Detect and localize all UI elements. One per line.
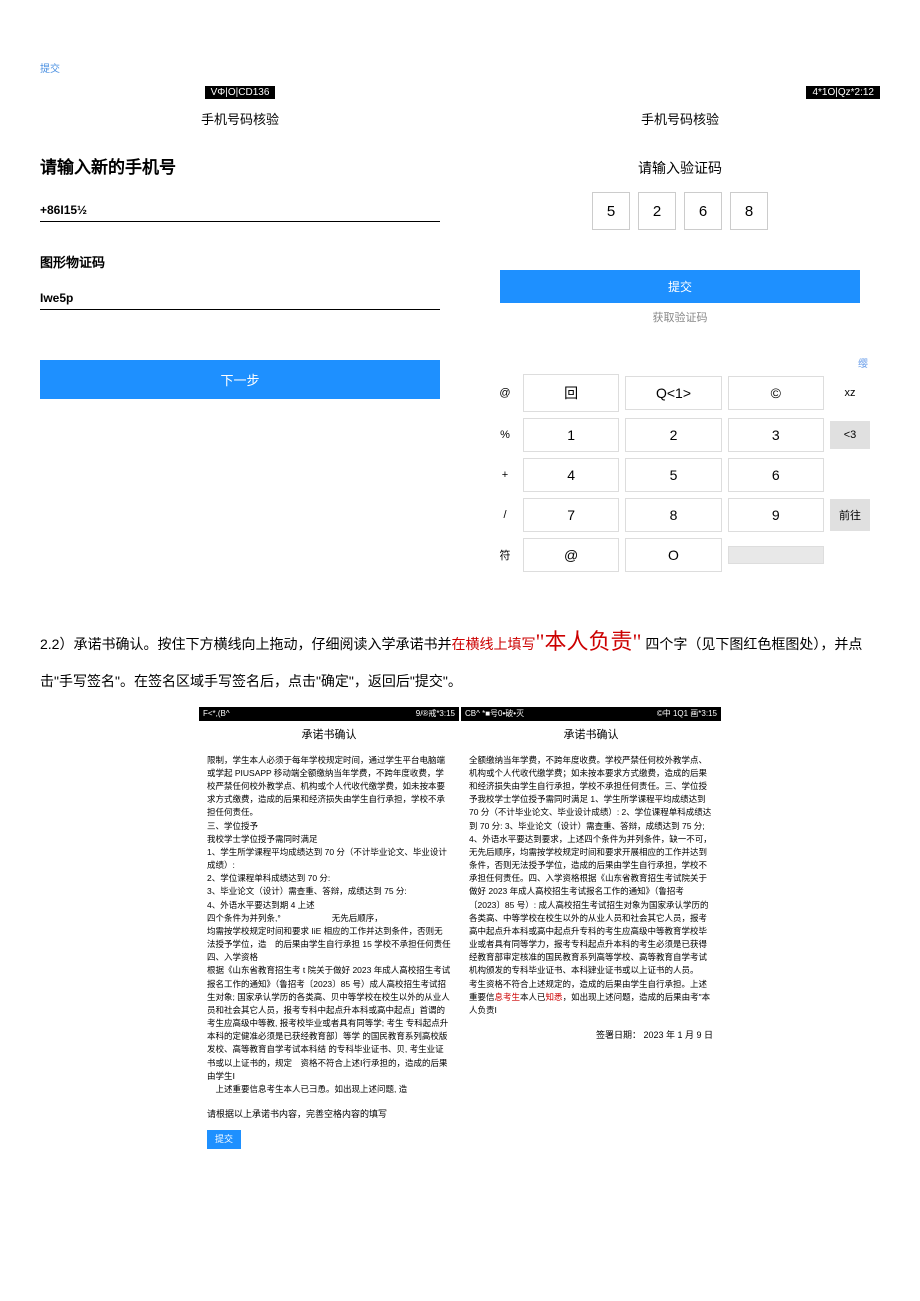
keypad: @ 回 Q<1> © xz % 1 2 3 <3 + 4 5 6 / <box>480 374 880 572</box>
keypad-sym-0[interactable]: @ <box>490 387 520 399</box>
left-status-bar: VΦ|O|CD136 <box>205 86 276 99</box>
keypad-key-blank[interactable] <box>728 546 824 564</box>
keypad-key-8[interactable]: 8 <box>625 498 721 532</box>
top-submit-label: 提交 <box>40 60 880 75</box>
keypad-action-0[interactable]: xz <box>830 379 870 407</box>
doc1-title: 承诺书确认 <box>199 721 459 750</box>
instruction-paragraph: 2.2）承诺书确认。按住下方横线向上拖动，仔细阅读入学承诺书并在横线上填写"本人… <box>40 618 880 697</box>
keypad-key-0[interactable]: O <box>625 538 721 572</box>
keypad-key-r0c0[interactable]: 回 <box>523 374 619 412</box>
next-button[interactable]: 下一步 <box>40 360 440 399</box>
doc1-body[interactable]: 限制，学生本人必须于每年学校规定时间，通过学生平台电脑端或学起 PIUSAPP … <box>199 750 459 1100</box>
keypad-key-9[interactable]: 9 <box>728 498 824 532</box>
keypad-key-r0c1[interactable]: Q<1> <box>625 376 721 410</box>
doc2-body[interactable]: 全额缴纳当年学费，不跨年度收费。学校严禁任何校外教学点、机构或个人代收代缴学费；… <box>461 750 721 1021</box>
keypad-hint: 缨 <box>480 355 880 370</box>
doc2-sign-date: 签署日期： 2023 年 1 月 9 日 <box>461 1021 721 1051</box>
keypad-sym-3[interactable]: / <box>490 509 520 521</box>
keypad-key-5[interactable]: 5 <box>625 458 721 492</box>
keypad-sym-1[interactable]: % <box>490 429 520 441</box>
doc1-status-right: 9/®戒*3:15 <box>416 708 455 720</box>
keypad-key-1[interactable]: 1 <box>523 418 619 452</box>
keypad-backspace[interactable]: <3 <box>830 421 870 449</box>
instruction-prefix: 2.2）承诺书确认。按住下方横线向上拖动，仔细阅读入学承诺书并 <box>40 636 451 652</box>
keypad-key-r0c2[interactable]: © <box>728 376 824 410</box>
code-digit-2[interactable]: 2 <box>638 192 676 230</box>
keypad-key-6[interactable]: 6 <box>728 458 824 492</box>
instruction-red: 在横线上填写 <box>451 636 535 652</box>
doc1-submit-button[interactable]: 提交 <box>207 1130 241 1150</box>
doc1-screen: F<*,(B^ 9/®戒*3:15 承诺书确认 限制，学生本人必须于每年学校规定… <box>199 707 459 1149</box>
doc2-status: CB^ *■号0•破•灭 ©中 1Q1 画*3:15 <box>461 707 721 721</box>
keypad-sym-4[interactable]: 符 <box>490 547 520 563</box>
get-code-link[interactable]: 获取验证码 <box>480 309 880 325</box>
phone-underline <box>40 221 440 222</box>
captcha-input-value[interactable]: Iwe5p <box>40 291 440 305</box>
document-screens-row: F<*,(B^ 9/®戒*3:15 承诺书确认 限制，学生本人必须于每年学校规定… <box>40 707 880 1149</box>
keypad-sym-2[interactable]: + <box>490 469 520 481</box>
submit-code-button[interactable]: 提交 <box>500 270 860 303</box>
captcha-underline <box>40 309 440 310</box>
doc2-screen: CB^ *■号0•破•灭 ©中 1Q1 画*3:15 承诺书确认 全额缴纳当年学… <box>461 707 721 1149</box>
left-screen-title: 手机号码核验 <box>40 109 440 128</box>
phone-input-value[interactable]: +86I15½ <box>40 203 440 217</box>
keypad-key-3[interactable]: 3 <box>728 418 824 452</box>
code-digit-3[interactable]: 6 <box>684 192 722 230</box>
doc1-status: F<*,(B^ 9/®戒*3:15 <box>199 707 459 721</box>
keypad-go[interactable]: 前往 <box>830 499 870 531</box>
right-status-bar: 4*1O|Qz*2:12 <box>806 86 880 99</box>
instruction-emphasis: "本人负责" <box>535 629 641 654</box>
right-phone-screen: 4*1O|Qz*2:12 手机号码核验 请输入验证码 5 2 6 8 提交 获取… <box>480 83 880 578</box>
code-digit-4[interactable]: 8 <box>730 192 768 230</box>
phone-screens-row: VΦ|O|CD136 手机号码核验 请输入新的手机号 +86I15½ 图形物证码… <box>40 83 880 578</box>
new-phone-label: 请输入新的手机号 <box>40 153 440 178</box>
doc2-title: 承诺书确认 <box>461 721 721 750</box>
keypad-key-2[interactable]: 2 <box>625 418 721 452</box>
keypad-key-7[interactable]: 7 <box>523 498 619 532</box>
doc1-footer: 请根据以上承诺书内容，完善空格内容的填写 <box>199 1100 459 1130</box>
keypad-key-4[interactable]: 4 <box>523 458 619 492</box>
doc2-status-right: ©中 1Q1 画*3:15 <box>657 708 717 720</box>
right-screen-title: 手机号码核验 <box>480 109 880 128</box>
doc2-status-left: CB^ *■号0•破•灭 <box>465 708 524 720</box>
captcha-label: 图形物证码 <box>40 252 440 271</box>
doc1-status-left: F<*,(B^ <box>203 708 230 720</box>
code-boxes: 5 2 6 8 <box>480 192 880 230</box>
left-phone-screen: VΦ|O|CD136 手机号码核验 请输入新的手机号 +86I15½ 图形物证码… <box>40 83 440 578</box>
code-input-label: 请输入验证码 <box>480 158 880 178</box>
keypad-key-at[interactable]: @ <box>523 538 619 572</box>
code-digit-1[interactable]: 5 <box>592 192 630 230</box>
